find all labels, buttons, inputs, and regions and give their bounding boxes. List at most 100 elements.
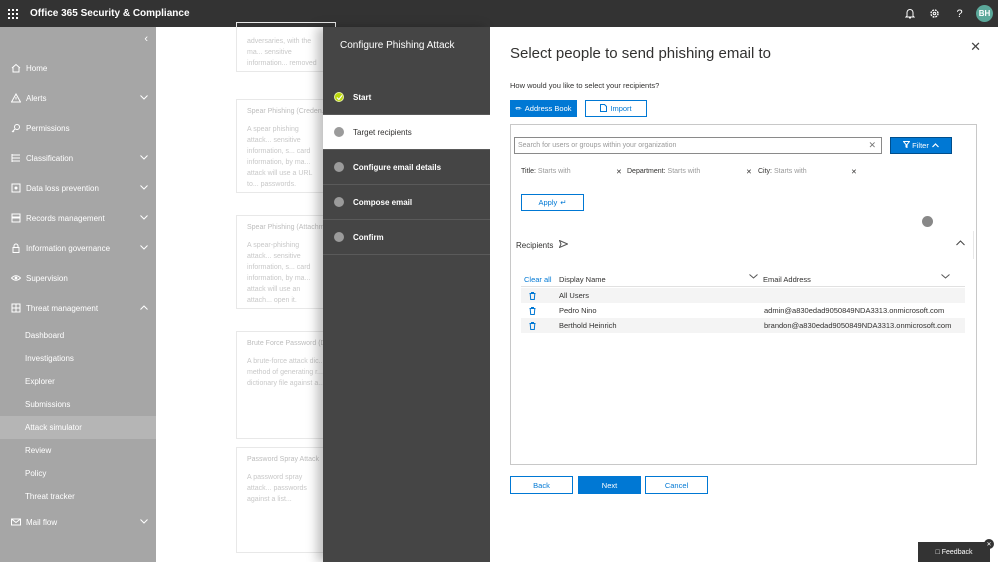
filter-button[interactable]: Filter	[890, 137, 952, 154]
nav-subitem-threat-tracker[interactable]: Threat tracker	[0, 485, 156, 508]
nav-label: Threat management	[26, 303, 99, 313]
nav-item-classification[interactable]: Classification	[0, 143, 156, 173]
left-nav: ‹ Home Alerts Permissions Classification…	[0, 27, 156, 562]
clear-title-filter-icon[interactable]: ✕	[616, 168, 622, 176]
display-name-column-header[interactable]: Display Name	[559, 275, 606, 284]
close-feedback-icon[interactable]: ✕	[984, 539, 994, 549]
wizard-step-target-recipients[interactable]: Target recipients	[323, 115, 490, 150]
lock-icon	[9, 242, 22, 255]
recipient-email: brandon@a830edad9050849NDA3313.onmicroso…	[764, 321, 952, 330]
attack-card-text: adversaries, with the ma... sensitive in…	[247, 38, 317, 67]
step-dot-icon	[334, 127, 344, 137]
trash-icon[interactable]	[524, 306, 540, 315]
department-filter-field[interactable]: Department: Starts with	[627, 168, 700, 175]
attack-card-title: Spear Phishing (Creden...	[247, 108, 328, 115]
eye-icon	[9, 272, 22, 285]
clear-search-icon[interactable]: ✕	[868, 140, 876, 151]
bell-icon[interactable]	[897, 0, 922, 27]
gear-icon[interactable]	[922, 0, 947, 27]
nav-item-permissions[interactable]: Permissions	[0, 113, 156, 143]
chevron-down-icon[interactable]	[749, 271, 758, 281]
recipient-name: All Users	[559, 291, 590, 300]
recipients-question: How would you like to select your recipi…	[510, 81, 660, 90]
address-book-icon: ✏	[515, 104, 522, 113]
apply-label: Apply	[538, 198, 558, 207]
nav-item-mail-flow[interactable]: Mail flow	[0, 507, 156, 537]
help-icon[interactable]: ?	[947, 0, 972, 27]
back-button[interactable]: Back	[510, 476, 573, 494]
nav-item-information-governance[interactable]: Information governance	[0, 233, 156, 263]
nav-subitem-submissions[interactable]: Submissions	[0, 393, 156, 416]
attack-card: adversaries, with the ma... sensitive in…	[236, 22, 336, 72]
cancel-button[interactable]: Cancel	[645, 476, 708, 494]
address-book-button[interactable]: ✏ Address Book	[510, 100, 577, 117]
avatar[interactable]: BH	[976, 5, 993, 22]
recipient-selection-box: Search for users or groups within your o…	[510, 124, 977, 465]
attack-card-text: A password spray attack... passwords aga…	[247, 474, 307, 503]
main-panel: Select people to send phishing email to …	[490, 27, 998, 562]
step-dot-icon	[334, 197, 344, 207]
trash-icon[interactable]	[524, 321, 540, 330]
permissions-icon	[9, 122, 22, 135]
attack-card-title: Brute Force Password (D...	[247, 340, 332, 347]
nav-item-threat-management[interactable]: Threat management	[0, 293, 156, 323]
table-row: All Users	[521, 288, 965, 303]
chevron-down-icon[interactable]	[941, 271, 950, 281]
wizard-step-compose-email[interactable]: Compose email	[323, 185, 490, 220]
city-filter-placeholder: Starts with	[774, 168, 807, 175]
chevron-up-icon[interactable]	[956, 239, 965, 248]
app-title: Office 365 Security & Compliance	[30, 8, 190, 19]
close-icon[interactable]: ✕	[970, 39, 981, 55]
clear-city-filter-icon[interactable]: ✕	[851, 168, 857, 176]
search-input[interactable]: Search for users or groups within your o…	[514, 137, 882, 154]
wizard-step-start[interactable]: Start	[323, 80, 490, 115]
collapse-nav-icon[interactable]: ‹	[144, 33, 148, 45]
nav-subitem-policy[interactable]: Policy	[0, 462, 156, 485]
trash-icon[interactable]	[524, 291, 540, 300]
import-button[interactable]: Import	[585, 100, 647, 117]
recipients-header[interactable]: Recipients	[511, 231, 974, 259]
recipient-email: admin@a830edad9050849NDA3313.onmicrosoft…	[764, 306, 945, 315]
wizard-step-configure-email-details[interactable]: Configure email details	[323, 150, 490, 185]
nav-subitem-dashboard[interactable]: Dashboard	[0, 324, 156, 347]
nav-subitem-investigations[interactable]: Investigations	[0, 347, 156, 370]
page-title: Select people to send phishing email to	[510, 45, 772, 62]
clear-all-link[interactable]: Clear all	[524, 275, 552, 284]
nav-subitem-attack-simulator[interactable]: Attack simulator	[0, 416, 156, 439]
clear-department-filter-icon[interactable]: ✕	[746, 168, 752, 176]
department-filter-label: Department:	[627, 168, 666, 175]
nav-item-alerts[interactable]: Alerts	[0, 83, 156, 113]
title-filter-field[interactable]: Title: Starts with	[521, 168, 571, 175]
wizard-step-confirm[interactable]: Confirm	[323, 220, 490, 255]
background-content: adversaries, with the ma... sensitive in…	[156, 22, 336, 562]
app-launcher-icon[interactable]	[1, 0, 25, 27]
nav-item-home[interactable]: Home	[0, 53, 156, 83]
apply-button[interactable]: Apply ↵	[521, 194, 584, 211]
step-dot-icon	[334, 232, 344, 242]
records-icon	[9, 212, 22, 225]
next-button[interactable]: Next	[578, 476, 641, 494]
table-row: Berthold Heinrich brandon@a830edad905084…	[521, 318, 965, 333]
wizard-title: Configure Phishing Attack	[340, 40, 455, 51]
department-filter-placeholder: Starts with	[667, 168, 701, 175]
attack-card: Spear Phishing (Attachm... A spear-phish…	[236, 215, 336, 309]
chevron-down-icon	[140, 93, 148, 102]
nav-item-supervision[interactable]: Supervision	[0, 263, 156, 293]
nav-item-data-loss-prevention[interactable]: Data loss prevention	[0, 173, 156, 203]
attack-card: Brute Force Password (D... A brute-force…	[236, 331, 336, 439]
enter-icon: ↵	[560, 198, 567, 207]
feedback-button[interactable]: □ Feedback ✕	[918, 539, 994, 562]
checkmark-icon	[334, 92, 344, 102]
nav-subitem-explorer[interactable]: Explorer	[0, 370, 156, 393]
title-filter-placeholder: Starts with	[537, 168, 571, 175]
import-label: Import	[610, 104, 632, 113]
classification-icon	[9, 152, 22, 165]
attack-card: Spear Phishing (Creden... A spear phishi…	[236, 99, 336, 193]
nav-subitem-review[interactable]: Review	[0, 439, 156, 462]
city-filter-field[interactable]: City: Starts with	[758, 168, 807, 175]
attack-card-text: A spear-phishing attack... sensitive inf…	[247, 242, 311, 304]
nav-item-records-management[interactable]: Records management	[0, 203, 156, 233]
attack-card: Password Spray Attack A password spray a…	[236, 447, 336, 553]
chevron-down-icon	[140, 243, 148, 252]
email-address-column-header[interactable]: Email Address	[763, 275, 811, 284]
